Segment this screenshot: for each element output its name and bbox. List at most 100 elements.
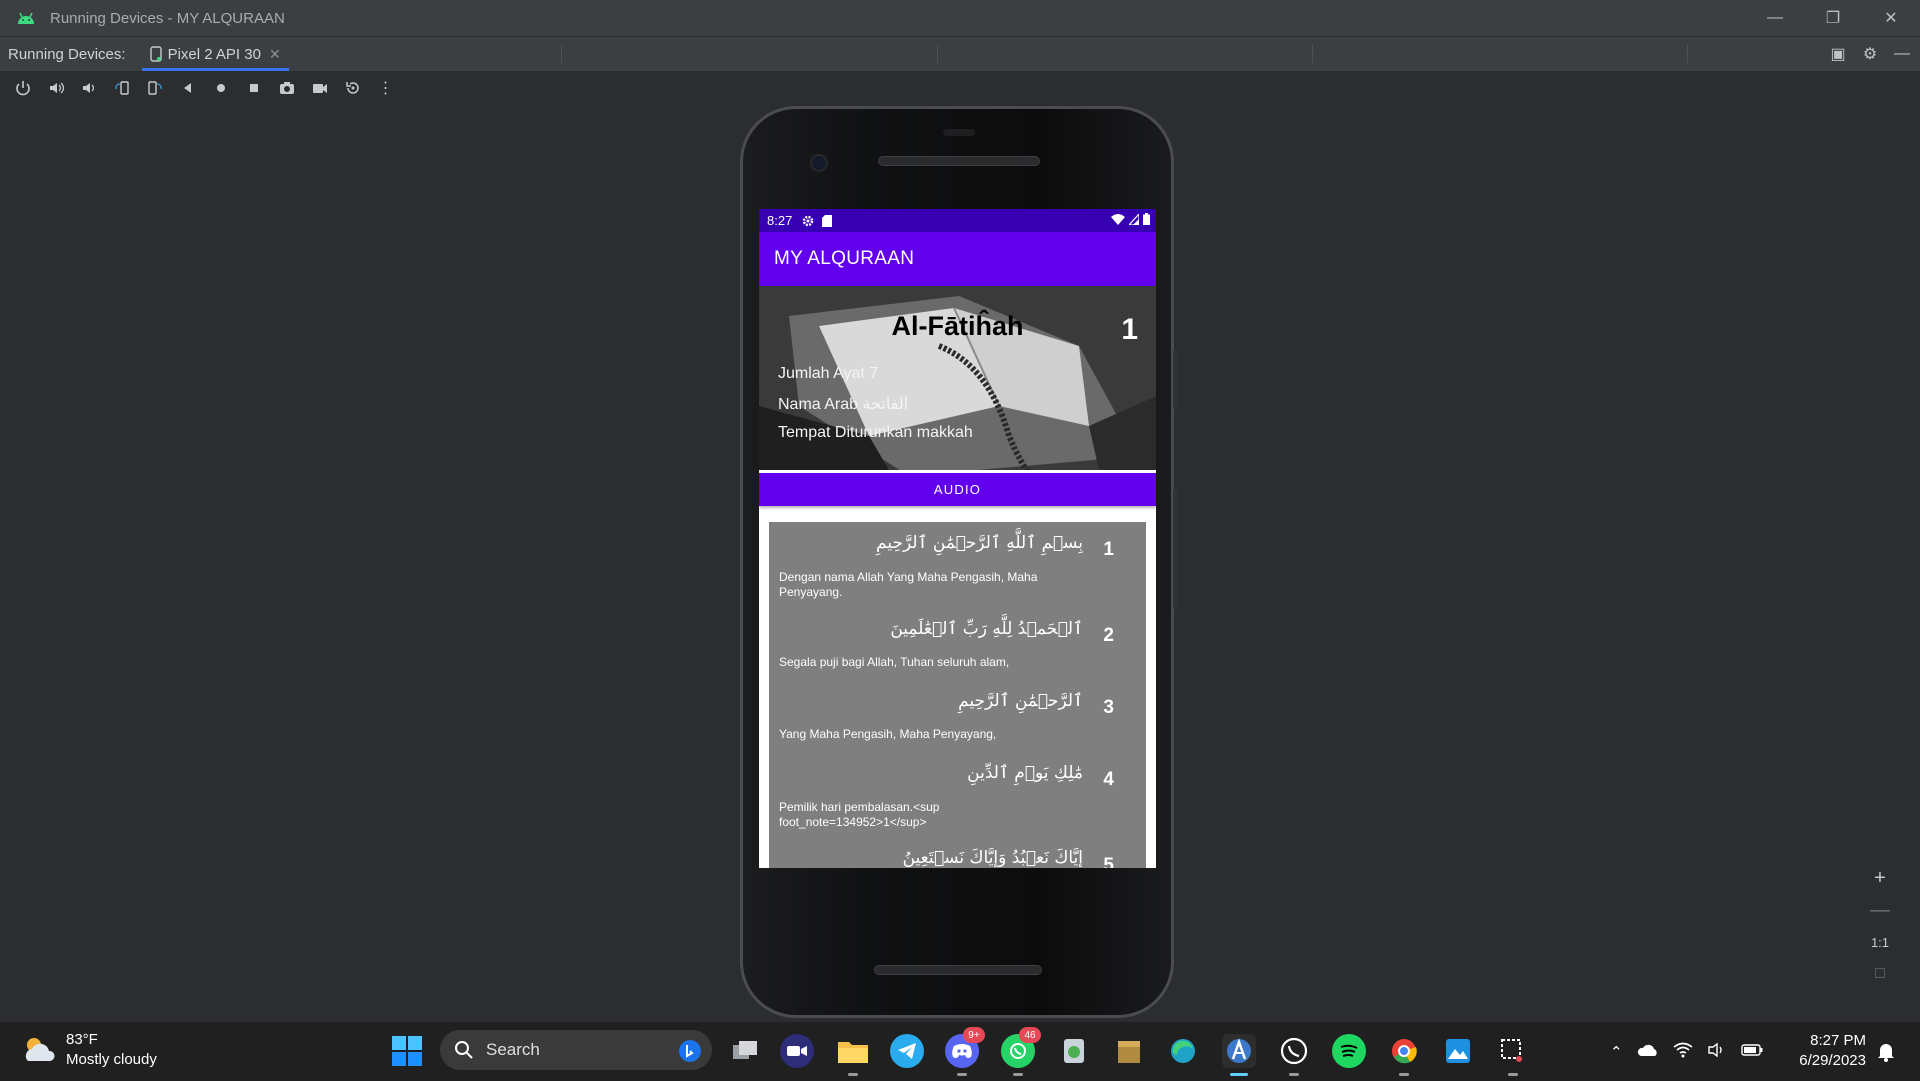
volume-side-button	[1173, 489, 1178, 609]
winrar-icon[interactable]	[1112, 1034, 1146, 1068]
onedrive-cloud-icon[interactable]	[1637, 1043, 1659, 1061]
gear-icon[interactable]: ⚙	[1854, 44, 1886, 64]
home-icon[interactable]	[204, 74, 237, 102]
speaker-icon[interactable]	[1707, 1042, 1727, 1062]
power-icon[interactable]	[6, 74, 39, 102]
actual-size-button[interactable]: 1:1	[1871, 926, 1889, 958]
layout-icon[interactable]: ▣	[1822, 44, 1854, 64]
battery-icon	[1143, 213, 1150, 228]
cloudy-weather-icon	[25, 1038, 55, 1061]
volume-up-icon[interactable]	[39, 74, 72, 102]
top-speaker-grille	[878, 156, 1040, 166]
discord-icon[interactable]: 9+	[945, 1027, 985, 1076]
chevron-up-icon[interactable]: ⌃	[1610, 1043, 1623, 1061]
fit-screen-icon[interactable]: □	[1875, 958, 1885, 990]
zoom-out-icon[interactable]: —	[1870, 894, 1890, 926]
weather-condition: Mostly cloudy	[66, 1051, 157, 1068]
clock-time: 8:27 PM	[1810, 1032, 1866, 1049]
ayah-number: 2	[1103, 625, 1114, 646]
running-indicator	[1013, 1073, 1023, 1076]
ayah-number: 3	[1103, 697, 1114, 718]
android-studio-icon[interactable]	[1222, 1034, 1256, 1076]
battery-icon[interactable]	[1740, 1043, 1763, 1061]
sd-card-icon	[822, 214, 833, 227]
reset-icon[interactable]	[336, 74, 369, 102]
taskbar-clock[interactable]: 8:27 PM 6/29/2023	[1790, 1031, 1866, 1071]
notification-bell-icon[interactable]	[1876, 1040, 1898, 1062]
file-explorer-icon[interactable]	[836, 1034, 870, 1076]
ayat-list[interactable]: بِسۡمِ ٱللَّهِ ٱلرَّحۡمَٰنِ ٱلرَّحِيمِ 1…	[769, 522, 1146, 868]
wifi-icon[interactable]	[1673, 1042, 1693, 1062]
telegram-icon[interactable]	[890, 1034, 924, 1068]
volume-down-icon[interactable]	[72, 74, 105, 102]
back-icon[interactable]	[171, 74, 204, 102]
earpiece-slot	[943, 129, 975, 136]
screen-record-icon[interactable]	[303, 74, 336, 102]
photos-icon[interactable]	[1441, 1034, 1475, 1068]
ayah-number: 1	[1103, 539, 1114, 560]
tab-close-icon[interactable]: ✕	[269, 46, 281, 63]
chrome-icon[interactable]	[1387, 1034, 1421, 1076]
rotate-left-icon[interactable]	[105, 74, 138, 102]
running-indicator	[848, 1073, 858, 1076]
edge-icon[interactable]	[1166, 1034, 1200, 1068]
rotate-right-icon[interactable]	[138, 74, 171, 102]
ayah-translation: Yang Maha Pengasih, Maha Penyayang,	[779, 727, 997, 741]
spotify-icon[interactable]	[1332, 1034, 1366, 1068]
whatsapp-icon[interactable]: 46	[1001, 1027, 1041, 1076]
search-icon	[455, 1041, 473, 1059]
ayah-translation: Segala puji bagi Allah, Tuhan seluruh al…	[779, 655, 1010, 669]
restore-icon[interactable]: ❐	[1804, 0, 1862, 36]
running-devices-label: Running Devices:	[8, 45, 126, 63]
windows-taskbar: 83°F Mostly cloudy Search 9+ 46 ⌃ 8:27 P…	[0, 1021, 1920, 1081]
device-screen[interactable]: 8:27 MY ALQURAAN Al-Fātiĥah 1 Jumlah Aya…	[759, 209, 1156, 868]
ayah-number: 4	[1103, 769, 1114, 790]
clock-date: 6/29/2023	[1799, 1052, 1866, 1069]
ayah-number: 5	[1103, 855, 1114, 868]
notification-badge: 46	[1019, 1027, 1041, 1043]
settings-icon	[802, 215, 814, 227]
tempat-diturunkan-text: Tempat Diturunkan makkah	[778, 424, 973, 441]
ayah-arabic: ٱلرَّحۡمَٰنِ ٱلرَّحِيمِ	[958, 691, 1083, 711]
divider	[1687, 45, 1688, 63]
running-indicator	[1289, 1073, 1299, 1076]
weather-widget[interactable]: 83°F Mostly cloudy	[22, 1030, 157, 1070]
device-icon	[149, 46, 162, 62]
ayah-arabic: ٱلۡحَمۡدُ لِلَّهِ رَبِّ ٱلۡعَٰلَمِينَ	[890, 619, 1083, 639]
running-indicator	[1508, 1073, 1518, 1076]
system-tray: ⌃	[1610, 1022, 1763, 1081]
more-options-icon[interactable]: ⋮	[369, 74, 402, 102]
bing-icon	[679, 1040, 701, 1062]
search-label: Search	[486, 1040, 540, 1059]
divider	[561, 45, 562, 63]
minimize-icon[interactable]: —	[1746, 0, 1804, 36]
android-logo-icon	[18, 12, 34, 24]
installer-icon[interactable]	[1057, 1034, 1091, 1068]
running-indicator	[1399, 1073, 1409, 1076]
whatsapp-desktop-icon[interactable]	[1277, 1034, 1311, 1076]
hide-panel-icon[interactable]: —	[1886, 45, 1918, 63]
audio-button[interactable]: AUDIO	[759, 473, 1156, 506]
ayah-arabic: إِيَّاكَ نَعۡبُدُ وَإِيَّاكَ نَسۡتَعِينُ	[902, 848, 1083, 868]
app-title: MY ALQURAAN	[774, 248, 915, 269]
zoom-in-icon[interactable]: +	[1874, 862, 1886, 894]
emulator-toolbar: ⋮	[0, 71, 1920, 105]
weather-temp: 83°F	[66, 1031, 98, 1048]
overview-icon[interactable]	[237, 74, 270, 102]
divider	[937, 45, 938, 63]
zoom-controls: + — 1:1 □	[1862, 862, 1898, 990]
power-side-button	[1173, 349, 1178, 409]
active-indicator	[1230, 1073, 1248, 1076]
zoom-app-icon[interactable]	[780, 1034, 814, 1068]
snipping-tool-icon[interactable]	[1496, 1034, 1530, 1076]
front-camera	[810, 154, 828, 172]
window-title: Running Devices - MY ALQURAAN	[50, 9, 285, 27]
screenshot-icon[interactable]	[270, 74, 303, 102]
surah-header-card: Al-Fātiĥah 1 Jumlah Ayat 7 Nama Arab الف…	[759, 286, 1156, 470]
tab-pixel-2-api-30[interactable]: Pixel 2 API 30 ✕	[141, 37, 289, 71]
windows-start-icon[interactable]	[391, 1035, 423, 1067]
task-view-icon[interactable]	[728, 1034, 762, 1068]
taskbar-search-box[interactable]: Search	[440, 1030, 712, 1070]
wifi-icon	[1111, 213, 1125, 228]
close-icon[interactable]: ✕	[1862, 0, 1920, 36]
